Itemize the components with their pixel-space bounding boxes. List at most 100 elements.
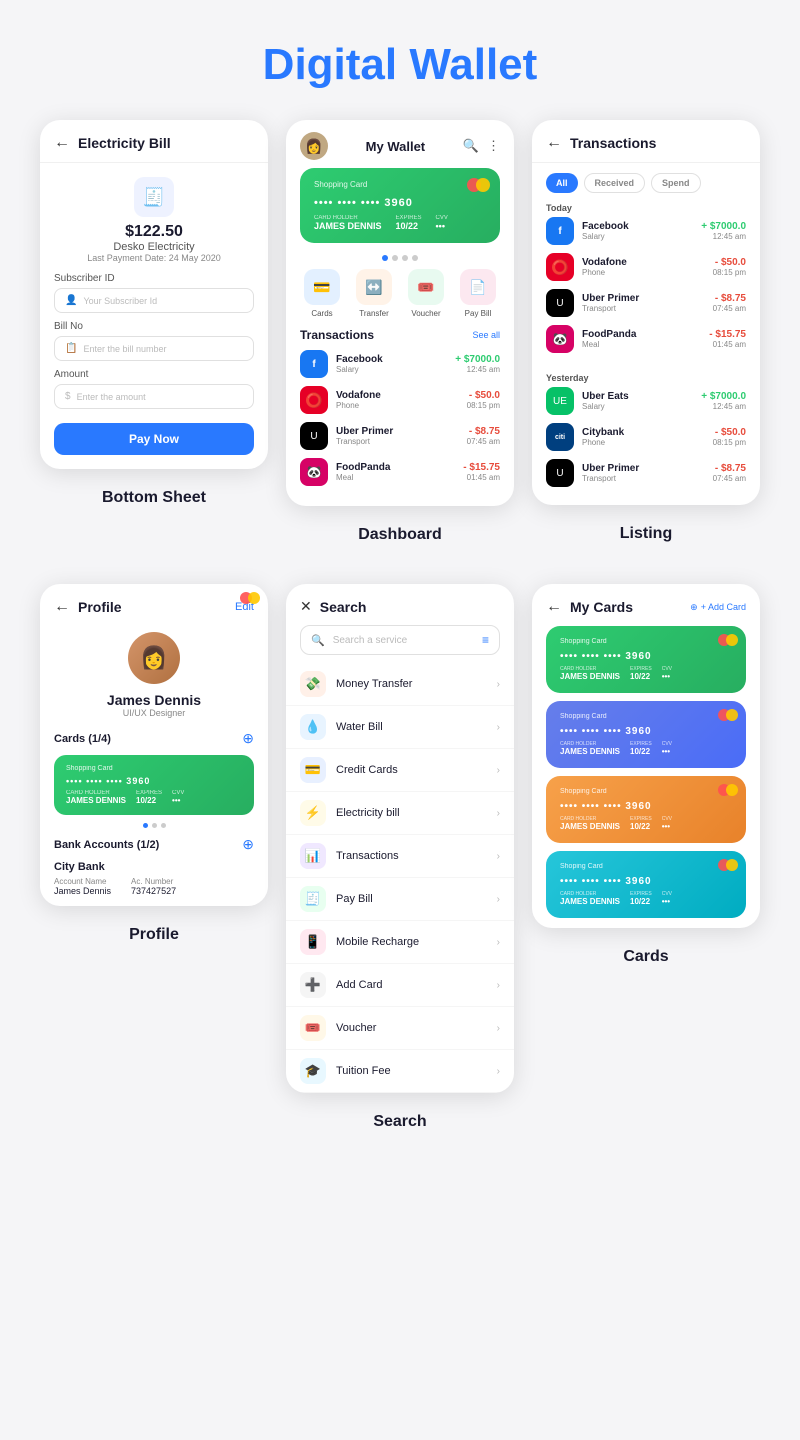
ls-back-arrow[interactable]: ← <box>546 134 562 152</box>
pr-cards-title: Cards (1/4) <box>54 733 111 745</box>
pr-card-cvv-col: CVV ••• <box>172 790 184 805</box>
ls-today-transactions: f FacebookSalary + $7000.012:45 am ⭕ Vod… <box>532 217 760 371</box>
pr-holder-val: JAMES DENNIS <box>66 796 126 805</box>
sr-close-button[interactable]: ✕ <box>300 598 312 615</box>
pr-card-type: Shopping Card <box>66 765 242 772</box>
mastercard-logo <box>467 178 490 192</box>
sr-item-water-bill[interactable]: 💧 Water Bill › <box>286 706 514 749</box>
sr-item-credit-cards[interactable]: 💳 Credit Cards › <box>286 749 514 792</box>
bs-bill-input[interactable]: 📋 Enter the bill number <box>54 336 254 361</box>
mc3-cvv: CVV••• <box>662 816 672 831</box>
tx-item-uber[interactable]: U Uber Primer Transport - $8.75 07:45 am <box>300 422 500 450</box>
mc-card3-number: •••• •••• •••• 3960 <box>560 801 732 812</box>
mc2-expires: EXPIRES10/22 <box>630 741 652 756</box>
bs-back-arrow[interactable]: ← <box>54 134 70 152</box>
qa-transfer[interactable]: ↔️ Transfer <box>356 269 392 318</box>
bs-bill-placeholder: Enter the bill number <box>83 344 166 354</box>
sr-item-money-transfer[interactable]: 💸 Money Transfer › <box>286 663 514 706</box>
ls-logo-uber2: U <box>546 459 574 487</box>
pr-add-bank-icon[interactable]: ⊕ <box>242 836 254 853</box>
ls-uber2[interactable]: U Uber PrimerTransport - $8.7507:45 am <box>546 459 746 487</box>
qa-voucher[interactable]: 🎟️ Voucher <box>408 269 444 318</box>
tab-received[interactable]: Received <box>584 173 646 193</box>
ls-eats[interactable]: UE Uber EatsSalary + $7000.012:45 am <box>546 387 746 415</box>
mc-card-1[interactable]: Shopping Card •••• •••• •••• 3960 CARD H… <box>546 626 746 693</box>
mc-card2-info: CARD HOLDERJAMES DENNIS EXPIRES10/22 CVV… <box>560 741 732 756</box>
dh-expires-label: EXPIRES <box>396 215 422 221</box>
pr-user-section: 👩 James Dennis UI/UX Designer <box>40 626 268 730</box>
sr-item-voucher[interactable]: 🎟️ Voucher › <box>286 1007 514 1050</box>
tx-info-fb: Facebook Salary <box>336 354 447 374</box>
sr-icon-addcard: ➕ <box>300 972 326 998</box>
mc-back-arrow[interactable]: ← <box>546 598 562 616</box>
sr-filter-icon[interactable]: ≡ <box>482 633 489 647</box>
pr-add-card-icon[interactable]: ⊕ <box>242 730 254 747</box>
mc-card-4[interactable]: Shoping Card •••• •••• •••• 3960 CARD HO… <box>546 851 746 918</box>
listing-phone: ← Transactions All Received Spend Today … <box>532 120 760 505</box>
ls-today-label: Today <box>532 201 760 217</box>
tx-item-vodafone[interactable]: ⭕ Vodafone Phone - $50.0 08:15 pm <box>300 386 500 414</box>
mc-cards-list: Shopping Card •••• •••• •••• 3960 CARD H… <box>532 626 760 928</box>
sr-title: Search <box>320 599 367 615</box>
bs-amount: $122.50 <box>125 223 183 241</box>
ls-panda[interactable]: 🐼 FoodPandaMeal - $15.7501:45 am <box>546 325 746 353</box>
ls-logo-citi: citi <box>546 423 574 451</box>
ls-vodafone[interactable]: ⭕ VodafonePhone - $50.008:15 pm <box>546 253 746 281</box>
sr-icon-pay: 🧾 <box>300 886 326 912</box>
qa-paybill[interactable]: 📄 Pay Bill <box>460 269 496 318</box>
title-black: Digital <box>263 40 397 89</box>
sr-search-bar[interactable]: 🔍 Search a service ≡ <box>300 625 500 655</box>
bottom-sheet-wrap: ← Electricity Bill 🧾 $122.50 Desko Elect… <box>40 120 268 544</box>
more-icon[interactable]: ⋮ <box>487 138 500 154</box>
mc1-holder: CARD HOLDERJAMES DENNIS <box>560 666 620 681</box>
bs-subscriber-placeholder: Your Subscriber Id <box>83 296 157 306</box>
mc-card2-number: •••• •••• •••• 3960 <box>560 726 732 737</box>
sr-icon-mobile: 📱 <box>300 929 326 955</box>
pr-cvv-label: CVV <box>172 790 184 796</box>
dashboard-phone: 👩 My Wallet 🔍 ⋮ Shopping Card •••• •••• … <box>286 120 514 506</box>
ls-citi[interactable]: citi CitybankPhone - $50.008:15 pm <box>546 423 746 451</box>
dh-transactions: Transactions See all f Facebook Salary +… <box>286 328 514 506</box>
tx-title: Transactions <box>300 328 374 342</box>
screens-row-1: ← Electricity Bill 🧾 $122.50 Desko Elect… <box>0 120 800 554</box>
pr-name: James Dennis <box>107 692 201 708</box>
mc-header: ← My Cards ⊕ + Add Card <box>532 584 760 626</box>
sr-chevron-addcard: › <box>497 980 500 991</box>
pr-card-dots <box>54 823 254 828</box>
sr-item-transactions[interactable]: 📊 Transactions › <box>286 835 514 878</box>
ls-logo-uber: U <box>546 289 574 317</box>
qa-cards[interactable]: 💳 Cards <box>304 269 340 318</box>
ls-uber[interactable]: U Uber PrimerTransport - $8.7507:45 am <box>546 289 746 317</box>
tab-spend[interactable]: Spend <box>651 173 701 193</box>
mc-card-3[interactable]: Shopping Card •••• •••• •••• 3960 CARD H… <box>546 776 746 843</box>
tab-all[interactable]: All <box>546 173 578 193</box>
mc-card-2[interactable]: Shopping Card •••• •••• •••• 3960 CARD H… <box>546 701 746 768</box>
bs-subscriber-input[interactable]: 👤 Your Subscriber Id <box>54 288 254 313</box>
sr-item-pay-bill[interactable]: 🧾 Pay Bill › <box>286 878 514 921</box>
pr-bank-row: Account Name James Dennis Ac. Number 737… <box>54 877 254 896</box>
sr-item-electricity[interactable]: ⚡ Electricity bill › <box>286 792 514 835</box>
pr-cards-section: Cards (1/4) ⊕ Shopping Card •••• •••• ••… <box>40 730 268 836</box>
dh-card-number: •••• •••• •••• 3960 <box>314 197 486 209</box>
tx-item-facebook[interactable]: f Facebook Salary + $7000.0 12:45 am <box>300 350 500 378</box>
dot-3 <box>402 255 408 261</box>
pr-back-arrow[interactable]: ← <box>54 598 70 616</box>
tx-info-vodafone: Vodafone Phone <box>336 390 459 410</box>
tx-see-all[interactable]: See all <box>472 330 500 340</box>
tx-logo-uber: U <box>300 422 328 450</box>
tx-item-panda[interactable]: 🐼 FoodPanda Meal - $15.75 01:45 am <box>300 458 500 486</box>
search-icon[interactable]: 🔍 <box>463 138 479 154</box>
mc3-expires: EXPIRES10/22 <box>630 816 652 831</box>
dh-holder-value: JAMES DENNIS <box>314 221 382 231</box>
mc-card1-info: CARD HOLDERJAMES DENNIS EXPIRES10/22 CVV… <box>560 666 732 681</box>
sr-item-tuition[interactable]: 🎓 Tuition Fee › <box>286 1050 514 1093</box>
bs-pay-button[interactable]: Pay Now <box>54 423 254 455</box>
sr-item-add-card[interactable]: ➕ Add Card › <box>286 964 514 1007</box>
qa-transfer-icon: ↔️ <box>356 269 392 305</box>
sr-item-mobile-recharge[interactable]: 📱 Mobile Recharge › <box>286 921 514 964</box>
mc-add-card-button[interactable]: ⊕ + Add Card <box>690 602 746 613</box>
profile-label: Profile <box>129 926 179 944</box>
ls-fb[interactable]: f FacebookSalary + $7000.012:45 am <box>546 217 746 245</box>
mc3-holder: CARD HOLDERJAMES DENNIS <box>560 816 620 831</box>
bs-amount-input[interactable]: $ Enter the amount <box>54 384 254 409</box>
